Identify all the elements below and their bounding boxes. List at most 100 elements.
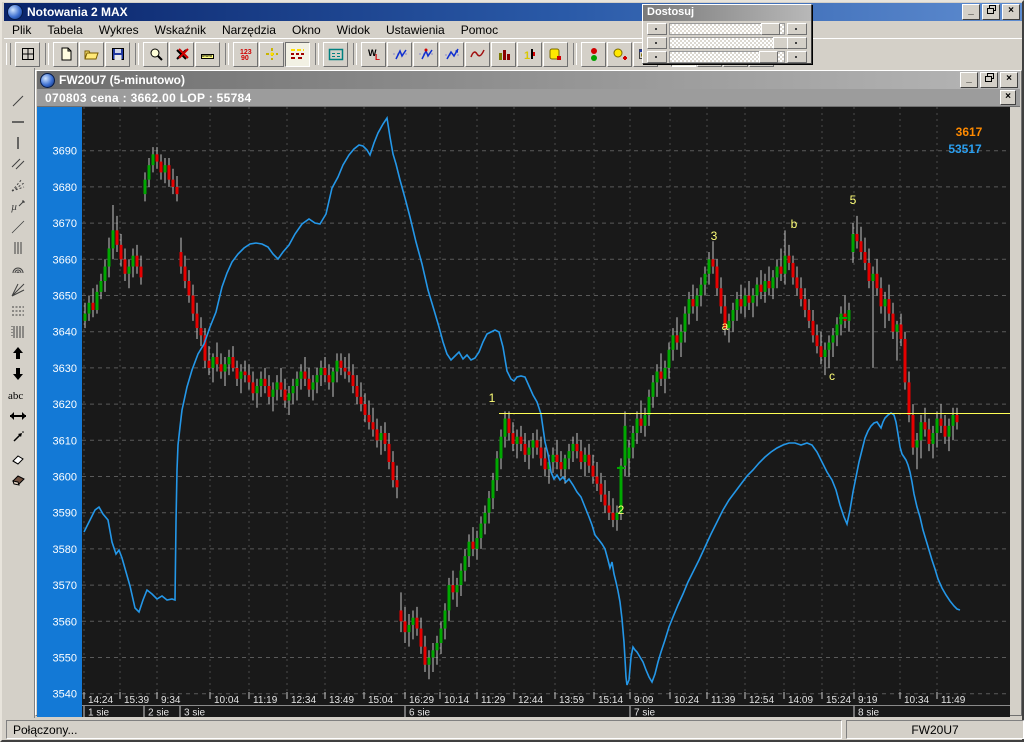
- close-button[interactable]: ×: [1002, 4, 1020, 20]
- bars-style-button[interactable]: 1: [517, 41, 542, 67]
- chart-restore-button[interactable]: [980, 72, 998, 88]
- menu-item-plik[interactable]: Plik: [4, 22, 39, 38]
- slider-right-button[interactable]: [787, 22, 807, 35]
- candle-down: [167, 165, 171, 180]
- eraser-all-tool[interactable]: [5, 468, 31, 489]
- candle-down: [231, 357, 235, 368]
- candle-up: [871, 273, 875, 282]
- add-point-button[interactable]: [607, 41, 632, 67]
- histogram-button[interactable]: [491, 41, 516, 67]
- lop-readout: 53517: [948, 142, 982, 156]
- alert-box-button[interactable]: [543, 41, 568, 67]
- slider-track[interactable]: [669, 50, 785, 63]
- candle-down: [383, 433, 387, 444]
- zoom-button[interactable]: [143, 41, 168, 67]
- wave-label-c: c: [829, 369, 835, 383]
- menu-item-narzdzia[interactable]: Narzędzia: [214, 22, 284, 38]
- wl-indicator-button[interactable]: WL: [361, 41, 386, 67]
- menu-item-ustawienia[interactable]: Ustawienia: [378, 22, 453, 38]
- candle-style-button[interactable]: [285, 41, 310, 67]
- slider-right-button[interactable]: [787, 50, 807, 63]
- horizontal-line-tool[interactable]: [5, 111, 31, 132]
- new-button[interactable]: [53, 41, 78, 67]
- menu-item-okno[interactable]: Okno: [284, 22, 329, 38]
- fib-retracement-tool[interactable]: [5, 300, 31, 321]
- green-mark: [839, 317, 847, 319]
- arrow-down-tool[interactable]: [5, 363, 31, 384]
- wave-label-b: b: [791, 217, 798, 231]
- save-button[interactable]: [105, 41, 130, 67]
- expand-horizontal-tool[interactable]: [5, 405, 31, 426]
- chart-titlebar[interactable]: FW20U7 (5-minutowo) _ ×: [37, 71, 1020, 89]
- one-bar-icon: 1: [524, 49, 535, 61]
- vertical-line-tool[interactable]: [5, 132, 31, 153]
- app-title: Notowania 2 MAX: [27, 5, 128, 19]
- adjust-dialog-title[interactable]: Dostosuj: [643, 5, 811, 21]
- slider-left-button[interactable]: [647, 36, 667, 49]
- candle-up: [683, 313, 687, 332]
- slider-thumb[interactable]: [758, 50, 778, 63]
- price-scale-button[interactable]: 123 90: [233, 41, 258, 67]
- slider-track[interactable]: [669, 22, 785, 35]
- candle-down: [863, 252, 867, 263]
- slider-left-button[interactable]: [647, 50, 667, 63]
- open-button[interactable]: [79, 41, 104, 67]
- arrow-up-tool[interactable]: [5, 342, 31, 363]
- candle-down: [187, 281, 191, 296]
- restore-button[interactable]: [982, 4, 1000, 20]
- chart-close-button[interactable]: ×: [1000, 72, 1018, 88]
- candle-up: [735, 299, 739, 310]
- candle-down: [603, 494, 607, 506]
- zigzag1-button[interactable]: [387, 41, 412, 67]
- vertical-lines-tool[interactable]: [5, 237, 31, 258]
- menu-item-widok[interactable]: Widok: [329, 22, 378, 38]
- info-close-button[interactable]: ×: [1000, 90, 1016, 105]
- time-zones-tool[interactable]: [5, 321, 31, 342]
- magnifier-icon: [150, 48, 163, 61]
- fib-arcs-tool[interactable]: [5, 258, 31, 279]
- crosshair-button[interactable]: [259, 41, 284, 67]
- quote-table-button[interactable]: [323, 41, 348, 67]
- minimize-button[interactable]: _: [962, 4, 980, 20]
- slider-thumb[interactable]: [761, 22, 781, 35]
- toolbar-grip[interactable]: [6, 43, 11, 65]
- delete-study-button[interactable]: [169, 41, 194, 67]
- candle-up: [743, 295, 747, 307]
- menu-item-wykres[interactable]: Wykres: [91, 22, 147, 38]
- wave-button[interactable]: [465, 41, 490, 67]
- menu-item-wskanik[interactable]: Wskaźnik: [147, 22, 214, 38]
- price-readout: 3617: [956, 125, 983, 139]
- candle-down: [251, 382, 255, 394]
- app-logo-icon: [7, 4, 23, 20]
- candle-down: [207, 360, 211, 368]
- fan-lines-tool[interactable]: [5, 174, 31, 195]
- candle-down: [739, 299, 743, 307]
- trend-line-tool[interactable]: [5, 90, 31, 111]
- wave-label-5: 5: [850, 193, 857, 207]
- menu-item-tabela[interactable]: Tabela: [39, 22, 90, 38]
- candle-down: [119, 244, 123, 260]
- measure-button[interactable]: [195, 41, 220, 67]
- slider-left-button[interactable]: [647, 22, 667, 35]
- signal-dots-button[interactable]: [581, 41, 606, 67]
- pointer-tool[interactable]: [5, 426, 31, 447]
- price-tick-label: 3630: [53, 363, 77, 375]
- ray-tool[interactable]: [5, 216, 31, 237]
- candle-up: [835, 324, 839, 336]
- zigzag2-button[interactable]: [413, 41, 438, 67]
- parallel-lines-tool[interactable]: [5, 153, 31, 174]
- window-layout-button[interactable]: [15, 41, 40, 67]
- gann-fan-tool[interactable]: [5, 279, 31, 300]
- candle-down: [907, 382, 911, 415]
- zigzag3-button[interactable]: [439, 41, 464, 67]
- price-chart[interactable]: 3690 3680 3670 3660 3650 3640 3630 3620 3610 3600…: [37, 107, 1010, 717]
- chart-minimize-button[interactable]: _: [960, 72, 978, 88]
- pitchfork-tool[interactable]: µ: [5, 195, 31, 216]
- menu-item-pomoc[interactable]: Pomoc: [453, 22, 506, 38]
- text-tool[interactable]: abc: [5, 384, 31, 405]
- eraser-tool[interactable]: [5, 447, 31, 468]
- app-titlebar[interactable]: Notowania 2 MAX _ ×: [4, 3, 1022, 21]
- slider-track[interactable]: [669, 36, 792, 49]
- chart-window-title: FW20U7 (5-minutowo): [59, 73, 185, 87]
- slider-right-button[interactable]: [787, 36, 807, 49]
